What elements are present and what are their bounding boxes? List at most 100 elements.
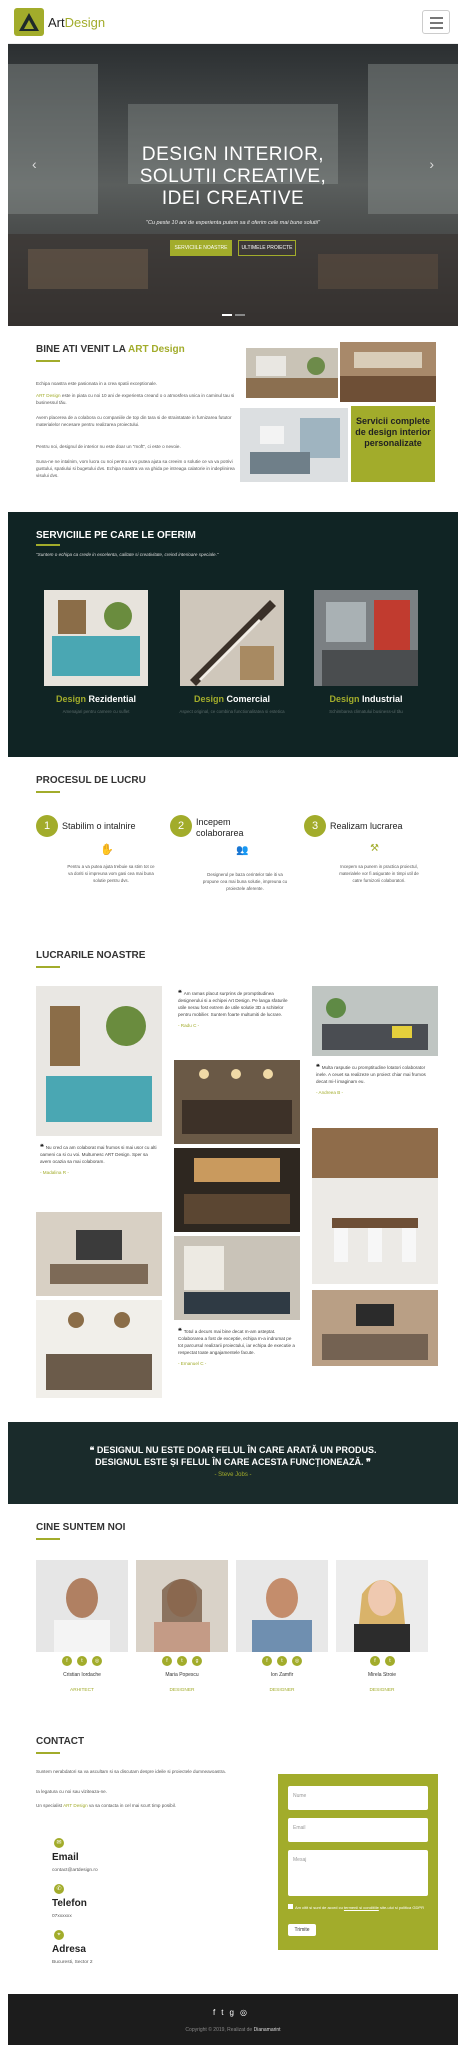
portfolio-photo[interactable] xyxy=(36,986,162,1136)
member-role: DESIGNER xyxy=(169,1688,195,1693)
banner-quote: ❝ DESIGNUL NU ESTE DOAR FELUL ÎN CARE AR… xyxy=(89,1445,377,1467)
service-industrial-desc: Schimbarea climatului business-ul tău xyxy=(329,709,403,714)
industrial-photo[interactable] xyxy=(314,590,418,686)
email-value[interactable]: contact@artdesign.ro xyxy=(52,1868,98,1873)
carousel-dot[interactable] xyxy=(235,314,245,316)
location-icon: ⌖ xyxy=(54,1930,64,1940)
our-services-button[interactable]: SERVICIILE NOASTRE xyxy=(170,240,232,256)
facebook-icon[interactable]: f xyxy=(262,1656,272,1666)
latest-projects-button[interactable]: ULTIMELE PROIECTE xyxy=(238,240,296,256)
logo-icon[interactable] xyxy=(14,8,44,36)
title-underline xyxy=(36,1538,60,1540)
hamburger-icon[interactable] xyxy=(422,10,450,34)
instagram-icon[interactable]: ◎ xyxy=(92,1656,102,1666)
services-section: SERVICIILE PE CARE LE OFERIM "Suntem o e… xyxy=(8,512,458,757)
services-promo-card: Servicii complete de design interior per… xyxy=(351,406,435,482)
welcome-title: BINE ATI VENIT LA ART Design xyxy=(36,344,185,355)
portfolio-photo[interactable] xyxy=(312,986,438,1056)
title-underline xyxy=(36,1752,60,1754)
title-underline xyxy=(36,360,60,362)
commercial-photo[interactable] xyxy=(180,590,284,686)
member-name: Mirela Stroie xyxy=(367,1672,397,1678)
service-industrial-title[interactable]: Design Industrial xyxy=(306,694,426,704)
facebook-icon[interactable]: f xyxy=(162,1656,172,1666)
twitter-icon[interactable]: t xyxy=(221,2008,229,2017)
carousel-dot[interactable] xyxy=(222,314,232,316)
service-commercial-desc: Aspect original, ce combina functionalit… xyxy=(179,709,285,714)
copyright: Copyright © 2019, Realizat de Dianamarin… xyxy=(185,2027,281,2033)
welcome-paragraph: Echipa noastra este pasionata in a crea … xyxy=(36,381,158,386)
instagram-icon[interactable]: ◎ xyxy=(292,1656,302,1666)
title-underline xyxy=(36,966,60,968)
handshake-icon: ✋ xyxy=(100,844,114,856)
name-field[interactable]: Nume xyxy=(288,1786,428,1810)
step-number: 2 xyxy=(170,815,192,837)
services-subtitle: "Suntem o echipa ca crede in excelenta, … xyxy=(36,552,219,557)
phone-heading: Telefon xyxy=(52,1898,87,1909)
hero-title: DESIGN INTERIOR, SOLUTII CREATIVE, IDEI … xyxy=(139,144,327,209)
step-number: 3 xyxy=(304,815,326,837)
facebook-icon[interactable]: f xyxy=(370,1656,380,1666)
member-photo xyxy=(336,1560,428,1652)
quote-banner: ❝ DESIGNUL NU ESTE DOAR FELUL ÎN CARE AR… xyxy=(8,1422,458,1504)
twitter-icon[interactable]: t xyxy=(385,1656,395,1666)
title-underline xyxy=(36,544,60,546)
author-link[interactable]: Dianamarint xyxy=(254,2027,281,2033)
member-name: Maria Popescu xyxy=(165,1672,199,1678)
contact-form: Nume Email Mesaj Am citit si sunt de aco… xyxy=(278,1774,438,1950)
portfolio-photo[interactable] xyxy=(174,1236,300,1320)
send-button[interactable]: Trimite xyxy=(288,1924,316,1936)
consent-checkbox[interactable] xyxy=(288,1904,293,1909)
google-plus-icon[interactable]: g xyxy=(230,2008,240,2017)
instagram-icon[interactable]: ◎ xyxy=(240,2008,253,2017)
twitter-icon[interactable]: t xyxy=(177,1656,187,1666)
welcome-paragraph: Suna-ne ne intalnim, vom lucra cu noi pe… xyxy=(36,459,235,478)
service-commercial-title[interactable]: Design Comercial xyxy=(172,694,292,704)
site-footer: ftg◎ Copyright © 2019, Realizat de Diana… xyxy=(8,1994,458,2045)
team-icon: 👥 xyxy=(236,845,249,856)
member-name: Ion Zamfir xyxy=(270,1672,294,1678)
brand-name[interactable]: ArtDesign xyxy=(48,15,105,30)
portfolio-photo[interactable] xyxy=(312,1128,438,1284)
consent-row: Am citit si sunt de acord cu termenii si… xyxy=(288,1904,428,1911)
testimonial: ❝ Am ramas placut surprins de promptitud… xyxy=(178,990,288,1028)
phone-value[interactable]: 07xxxxxx xyxy=(52,1914,72,1919)
facebook-icon[interactable]: f xyxy=(62,1656,72,1666)
contact-paragraph: Suntem nerabdatori sa va ascultam si sa … xyxy=(36,1769,226,1774)
step-number: 1 xyxy=(36,815,58,837)
residential-photo[interactable] xyxy=(44,590,148,686)
office-photo xyxy=(240,408,348,482)
member-role: DESIGNER xyxy=(369,1688,395,1693)
google-plus-icon[interactable]: g xyxy=(192,1656,202,1666)
welcome-paragraph: Pentru noi, designul de interior nu este… xyxy=(36,444,181,449)
message-field[interactable]: Mesaj xyxy=(288,1850,428,1896)
portfolio-photo[interactable] xyxy=(312,1290,438,1366)
portfolio-photo[interactable] xyxy=(36,1300,162,1398)
hero-subtitle: "Cu peste 10 ani de experienta putem sa … xyxy=(146,220,320,226)
testimonial: ❝ Nu cred ca am colaborat mai frumos si … xyxy=(40,1144,157,1175)
step-desc: Designerul pe baza cerintelor tale iti v… xyxy=(202,872,288,891)
twitter-icon[interactable]: t xyxy=(77,1656,87,1666)
member-role: DESIGNER xyxy=(269,1688,295,1693)
email-field[interactable]: Email xyxy=(288,1818,428,1842)
terms-link[interactable]: termenii si conditiile xyxy=(344,1905,379,1910)
twitter-icon[interactable]: t xyxy=(277,1656,287,1666)
step-title: Incepem colaborarea xyxy=(196,817,244,838)
member-role: ARHITECT xyxy=(70,1688,94,1693)
service-residential-title[interactable]: Design Rezidential xyxy=(36,694,156,704)
email-heading: Email xyxy=(52,1852,79,1863)
welcome-section: BINE ATI VENIT LA ART Design Echipa noas… xyxy=(8,326,458,512)
contact-paragraph: Ia legatura cu noi sau viziteaza-ne. xyxy=(36,1789,107,1794)
portfolio-photo[interactable] xyxy=(36,1212,162,1296)
portfolio-photo[interactable] xyxy=(174,1148,300,1232)
email-icon: ✉ xyxy=(54,1838,64,1848)
contact-paragraph: Un specialist ART Design va sa contacta … xyxy=(36,1803,177,1808)
service-residential-desc: Amenajari pentru camere cu suflet xyxy=(62,709,130,714)
contact-title: CONTACT xyxy=(36,1736,85,1747)
services-title: SERVICIILE PE CARE LE OFERIM xyxy=(36,530,196,541)
portfolio-photo[interactable] xyxy=(174,1060,300,1144)
address-heading: Adresa xyxy=(52,1944,86,1955)
process-title: PROCESUL DE LUCRU xyxy=(36,775,146,786)
address-value: Bucuresti, Sector 2 xyxy=(52,1960,93,1965)
title-underline xyxy=(36,791,60,793)
